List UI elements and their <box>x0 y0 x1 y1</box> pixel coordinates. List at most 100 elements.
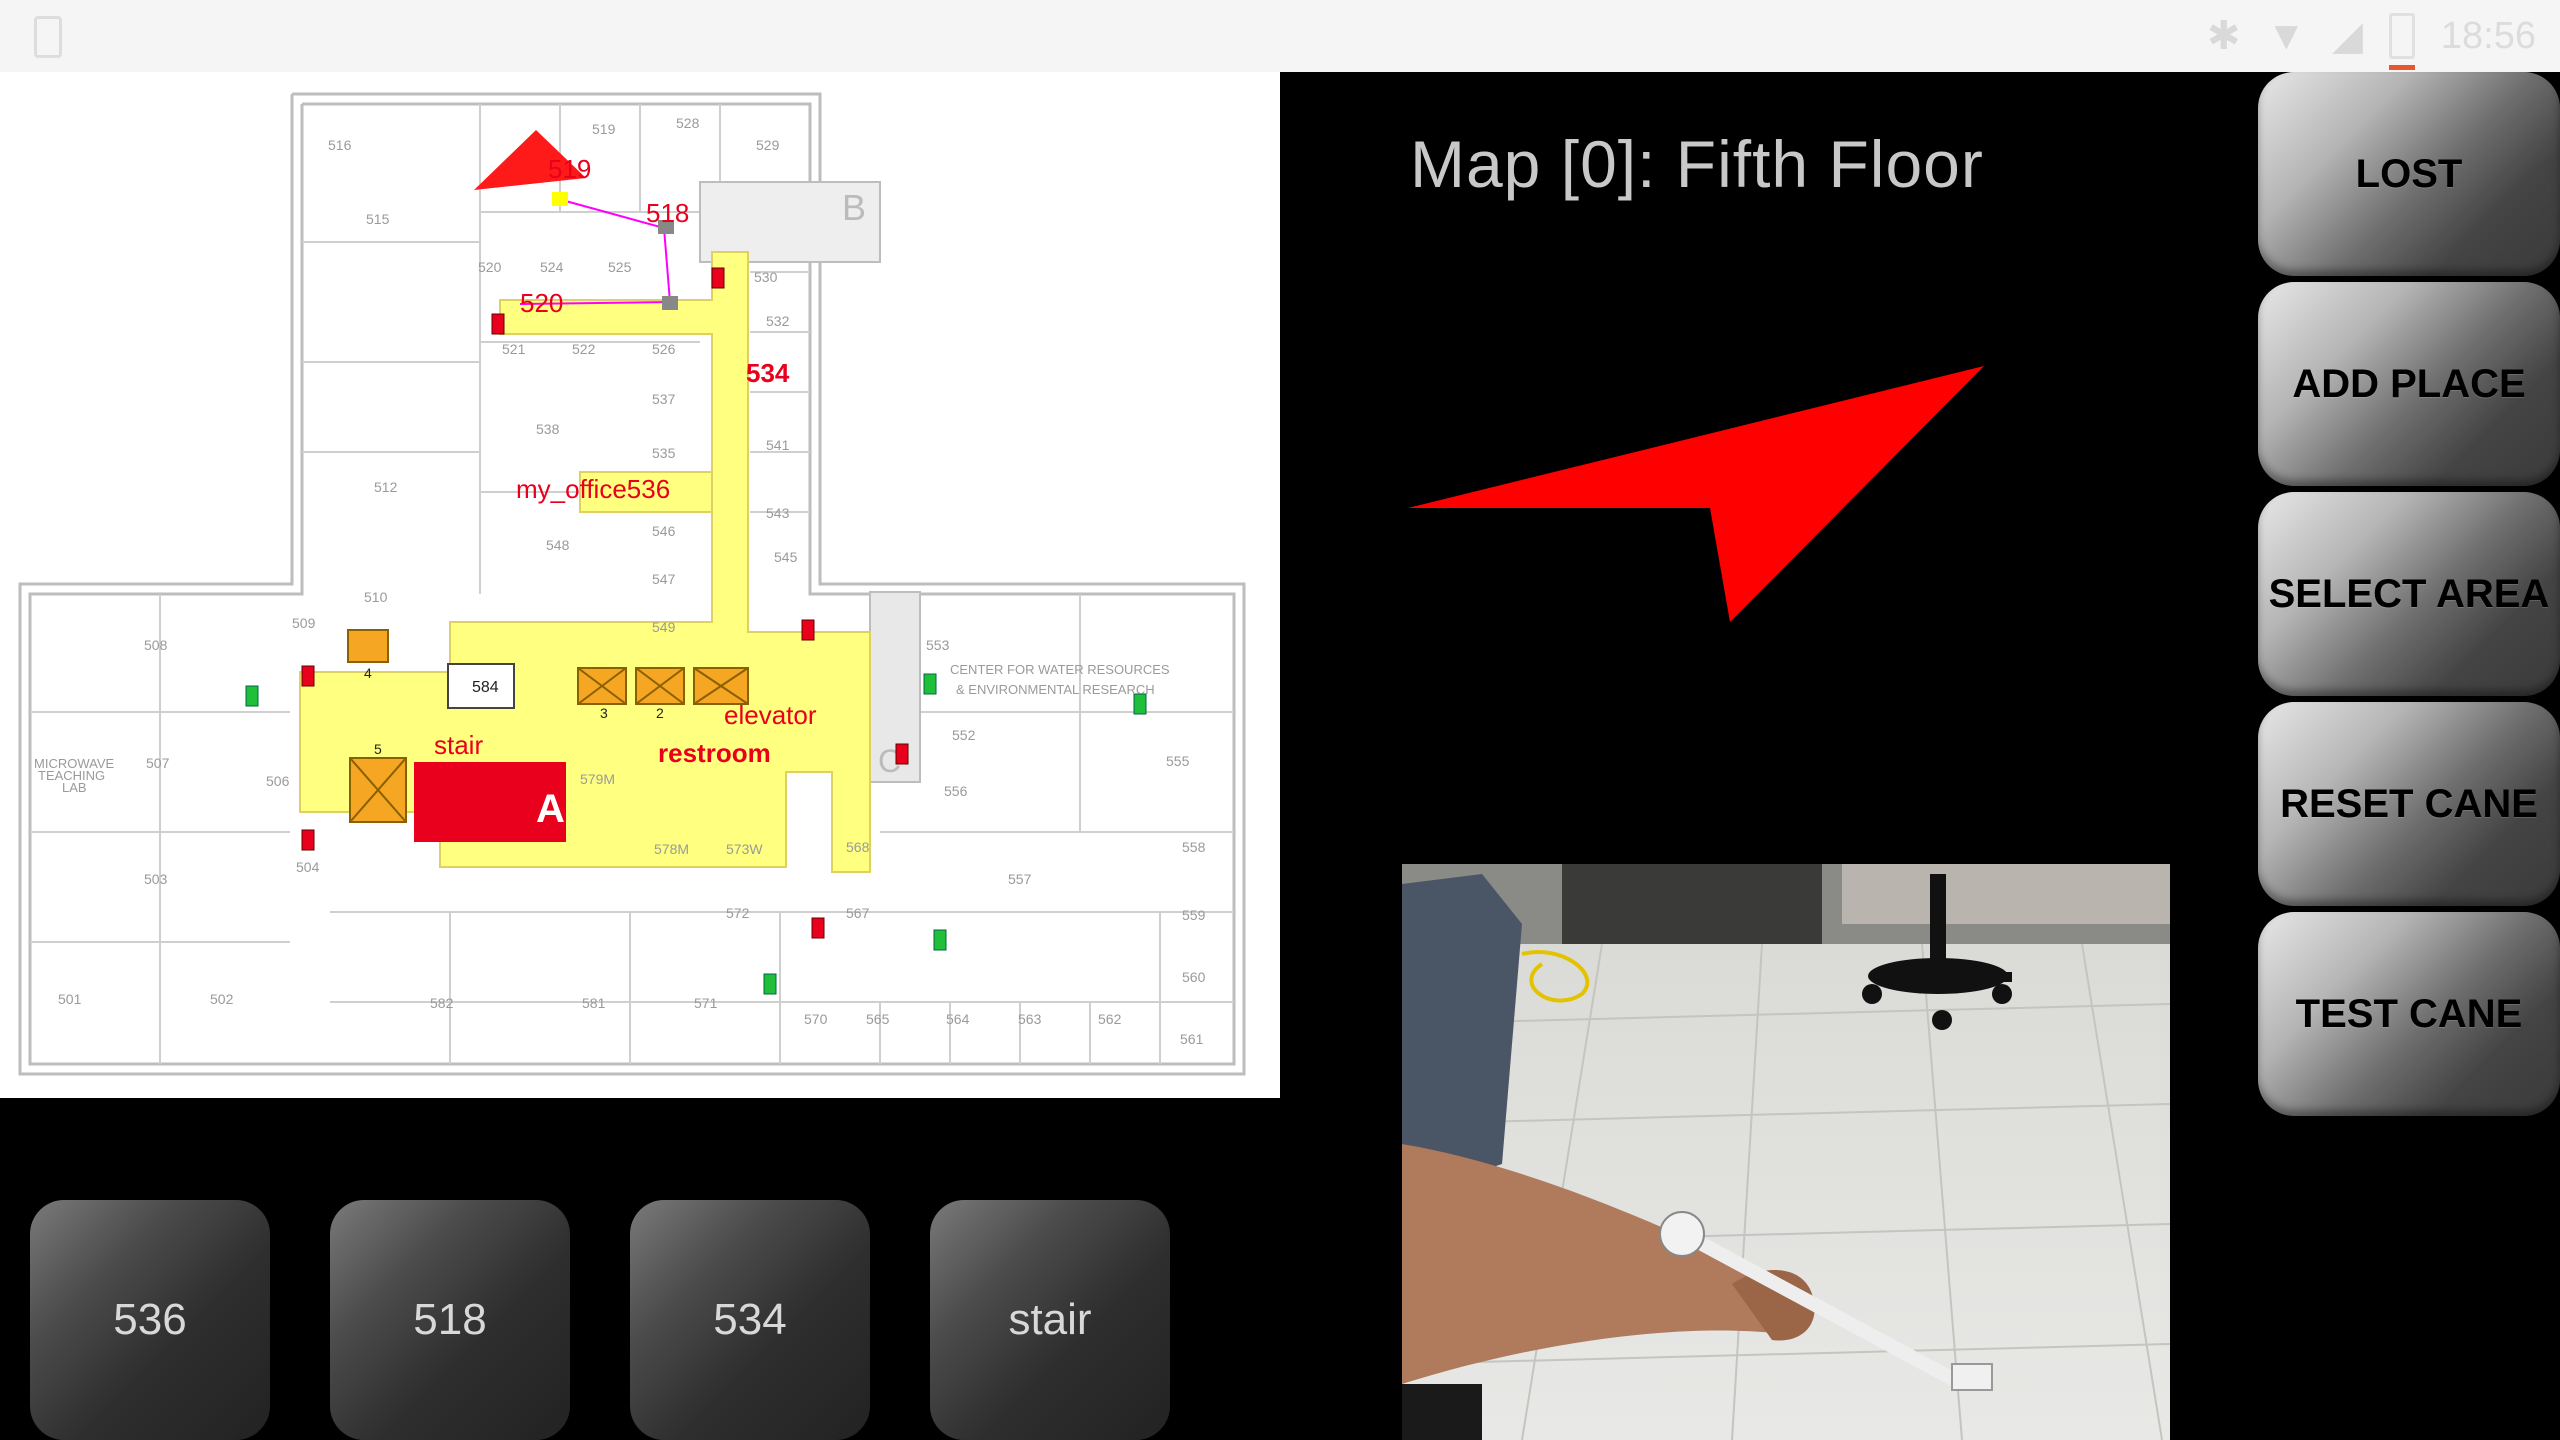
place-button-label: 518 <box>413 1295 487 1344</box>
floor-plan-map[interactable]: B C A 584 519 518 520 534 my_office536 e… <box>0 72 1280 1098</box>
svg-text:562: 562 <box>1098 1011 1122 1027</box>
select-area-button[interactable]: SELECT AREA <box>2258 492 2560 696</box>
svg-text:537: 537 <box>652 391 676 407</box>
svg-text:2: 2 <box>656 705 664 721</box>
svg-text:528: 528 <box>676 115 700 131</box>
svg-text:530: 530 <box>754 269 778 285</box>
svg-text:543: 543 <box>766 505 790 521</box>
microwave-label-3: LAB <box>62 780 87 795</box>
svg-text:584: 584 <box>472 679 499 696</box>
place-button-536[interactable]: 536 <box>30 1200 270 1440</box>
svg-text:512: 512 <box>374 479 398 495</box>
svg-text:546: 546 <box>652 523 676 539</box>
reset-cane-button-label: RESET CANE <box>2280 781 2538 826</box>
svg-text:510: 510 <box>364 589 388 605</box>
place-my-office-label: my_office536 <box>516 474 670 504</box>
zone-b-label: B <box>842 187 866 228</box>
svg-text:521: 521 <box>502 341 526 357</box>
svg-text:568: 568 <box>846 839 870 855</box>
svg-text:572: 572 <box>726 905 750 921</box>
svg-text:561: 561 <box>1180 1031 1204 1047</box>
svg-text:504: 504 <box>296 859 320 875</box>
svg-text:557: 557 <box>1008 871 1032 887</box>
svg-text:571: 571 <box>694 995 718 1011</box>
place-button-label: stair <box>1008 1295 1092 1344</box>
svg-text:555: 555 <box>1166 753 1190 769</box>
svg-text:565: 565 <box>866 1011 890 1027</box>
reset-cane-button[interactable]: RESET CANE <box>2258 702 2560 906</box>
notification-icon <box>34 16 62 58</box>
svg-text:564: 564 <box>946 1011 970 1027</box>
wifi-icon: ▼ <box>2266 14 2307 58</box>
test-cane-button[interactable]: TEST CANE <box>2258 912 2560 1116</box>
svg-text:506: 506 <box>266 773 290 789</box>
select-area-button-label: SELECT AREA <box>2268 571 2550 616</box>
svg-text:501: 501 <box>58 991 82 1007</box>
svg-text:559: 559 <box>1182 907 1206 923</box>
svg-text:4: 4 <box>364 665 372 681</box>
lost-button[interactable]: LOST <box>2258 72 2560 276</box>
place-button-label: 536 <box>113 1295 187 1344</box>
place-elevator-label: elevator <box>724 700 817 730</box>
svg-text:560: 560 <box>1182 969 1206 985</box>
svg-text:581: 581 <box>582 995 606 1011</box>
svg-text:529: 529 <box>756 137 780 153</box>
svg-text:552: 552 <box>952 727 976 743</box>
svg-text:525: 525 <box>608 259 632 275</box>
svg-text:578M: 578M <box>654 841 689 857</box>
svg-text:545: 545 <box>774 549 798 565</box>
svg-text:541: 541 <box>766 437 790 453</box>
svg-text:579M: 579M <box>580 771 615 787</box>
svg-text:515: 515 <box>366 211 390 227</box>
place-stair-label: stair <box>434 730 483 760</box>
center-label-2: & ENVIRONMENTAL RESEARCH <box>956 682 1155 697</box>
svg-text:507: 507 <box>146 755 170 771</box>
status-bar: ✱ ▼ ◢ 18:56 <box>0 0 2560 72</box>
svg-text:556: 556 <box>944 783 968 799</box>
place-519-label: 519 <box>548 154 591 184</box>
svg-text:573W: 573W <box>726 841 763 857</box>
svg-text:553: 553 <box>926 637 950 653</box>
svg-text:582: 582 <box>430 995 454 1011</box>
svg-text:516: 516 <box>328 137 352 153</box>
place-534-label: 534 <box>746 358 790 388</box>
center-label: CENTER FOR WATER RESOURCES <box>950 662 1170 677</box>
place-520-label: 520 <box>520 288 563 318</box>
add-place-button[interactable]: ADD PLACE <box>2258 282 2560 486</box>
bluetooth-icon: ✱ <box>2207 14 2241 58</box>
place-button-stair[interactable]: stair <box>930 1200 1170 1440</box>
camera-feed <box>1402 864 2170 1440</box>
place-restroom-label: restroom <box>658 738 771 768</box>
place-button-534[interactable]: 534 <box>630 1200 870 1440</box>
svg-text:567: 567 <box>846 905 870 921</box>
svg-text:538: 538 <box>536 421 560 437</box>
status-icons: ✱ ▼ ◢ 18:56 <box>2207 0 2560 72</box>
svg-text:563: 563 <box>1018 1011 1042 1027</box>
svg-text:549: 549 <box>652 619 676 635</box>
place-button-518[interactable]: 518 <box>330 1200 570 1440</box>
svg-text:526: 526 <box>652 341 676 357</box>
svg-text:524: 524 <box>540 259 564 275</box>
svg-text:503: 503 <box>144 871 168 887</box>
camera-image <box>1402 864 2170 1440</box>
svg-text:502: 502 <box>210 991 234 1007</box>
svg-text:5: 5 <box>374 741 382 757</box>
svg-text:509: 509 <box>292 615 316 631</box>
test-cane-button-label: TEST CANE <box>2295 991 2523 1036</box>
battery-icon <box>2388 13 2415 70</box>
svg-text:535: 535 <box>652 445 676 461</box>
lost-button-label: LOST <box>2355 151 2463 196</box>
svg-text:522: 522 <box>572 341 596 357</box>
place-518-label: 518 <box>646 198 689 228</box>
place-button-label: 534 <box>713 1295 787 1344</box>
signal-icon: ◢ <box>2332 14 2363 58</box>
direction-arrow-icon <box>1408 366 1984 622</box>
svg-text:570: 570 <box>804 1011 828 1027</box>
zone-a-label: A <box>536 787 565 831</box>
status-time: 18:56 <box>2440 15 2536 57</box>
svg-text:3: 3 <box>600 705 608 721</box>
svg-text:532: 532 <box>766 313 790 329</box>
add-place-button-label: ADD PLACE <box>2292 361 2526 406</box>
svg-text:558: 558 <box>1182 839 1206 855</box>
svg-text:547: 547 <box>652 571 676 587</box>
